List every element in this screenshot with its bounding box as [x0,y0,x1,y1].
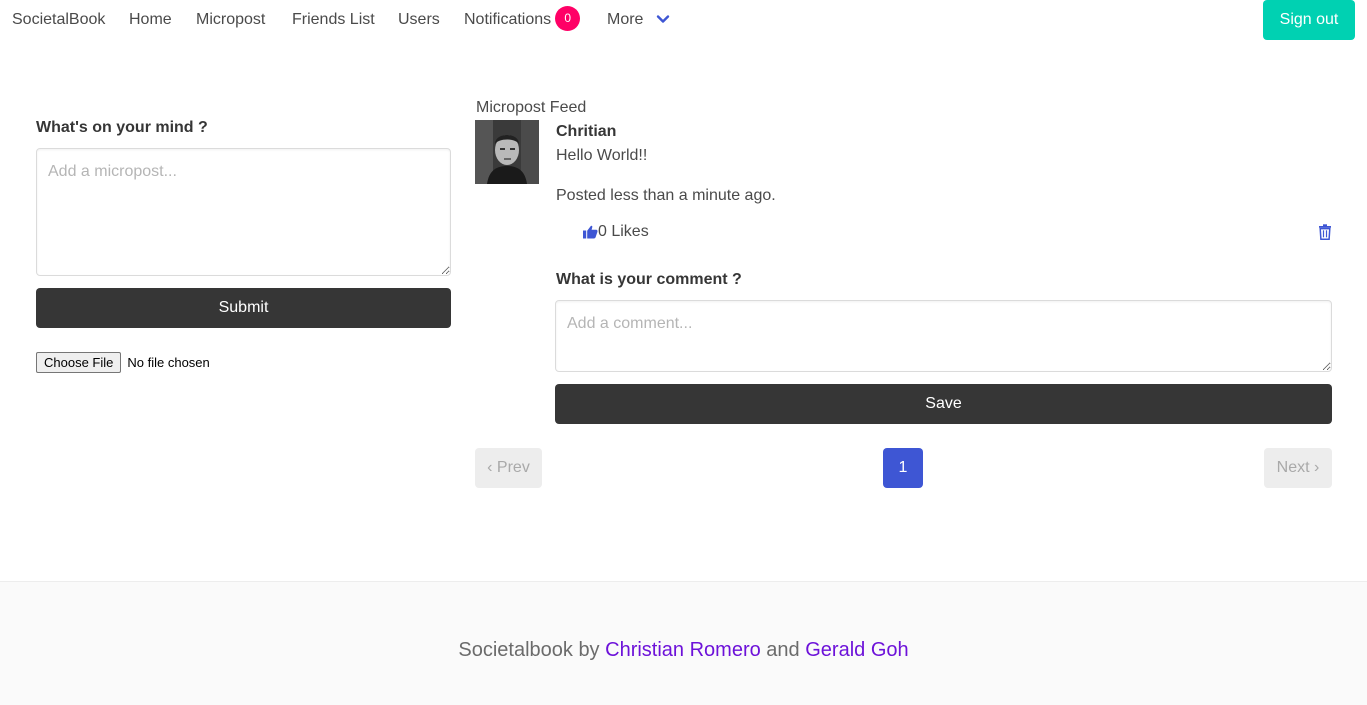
brand-link[interactable]: SocietalBook [12,0,105,40]
submit-button[interactable]: Submit [36,288,451,328]
nav-more-dropdown[interactable]: More [607,0,672,40]
footer: Societalbook by Christian Romero and Ger… [0,581,1367,705]
footer-link-gerald-goh[interactable]: Gerald Goh [805,639,908,661]
post-timestamp: Posted less than a minute ago. [556,187,776,204]
save-comment-button[interactable]: Save [555,384,1332,424]
trash-icon[interactable] [1318,224,1332,240]
nav-micropost[interactable]: Micropost [196,0,265,40]
nav-notifications-label: Notifications [464,11,552,28]
nav-notifications[interactable]: Notifications 0 [464,0,581,40]
nav-users[interactable]: Users [398,0,440,40]
file-upload: Choose File No file chosen [36,352,210,373]
micropost-form-label: What's on your mind ? [36,119,208,136]
nav-friends-list[interactable]: Friends List [292,0,375,40]
next-page-button[interactable]: Next › [1264,448,1332,488]
nav-home[interactable]: Home [129,0,172,40]
feed-title: Micropost Feed [476,99,587,116]
like-button[interactable]: 0 Likes [583,223,649,241]
notifications-badge: 0 [555,6,581,32]
thumbs-up-icon [583,225,598,239]
navbar: SocietalBook Home Micropost Friends List… [0,0,1367,40]
footer-conjunction: and [766,639,800,661]
comment-input[interactable] [555,300,1332,372]
sign-out-button[interactable]: Sign out [1263,0,1355,40]
choose-file-button[interactable]: Choose File [36,352,122,373]
chevron-down-icon [656,15,670,23]
post-author[interactable]: Chritian [556,123,616,141]
page-1-button[interactable]: 1 [883,448,923,488]
micropost-input[interactable] [36,148,451,276]
prev-page-button[interactable]: ‹ Prev [475,448,542,488]
nav-more-label: More [607,11,644,28]
footer-prefix: Societalbook by [458,639,600,661]
file-status: No file chosen [127,355,210,370]
likes-count: 0 Likes [598,223,649,240]
avatar-image [475,120,539,184]
avatar [475,120,539,184]
footer-credits: Societalbook by Christian Romero and Ger… [0,639,1367,662]
post-content: Hello World!! [556,147,648,164]
footer-link-christian-romero[interactable]: Christian Romero [605,639,761,661]
comment-form-label: What is your comment ? [556,271,742,288]
